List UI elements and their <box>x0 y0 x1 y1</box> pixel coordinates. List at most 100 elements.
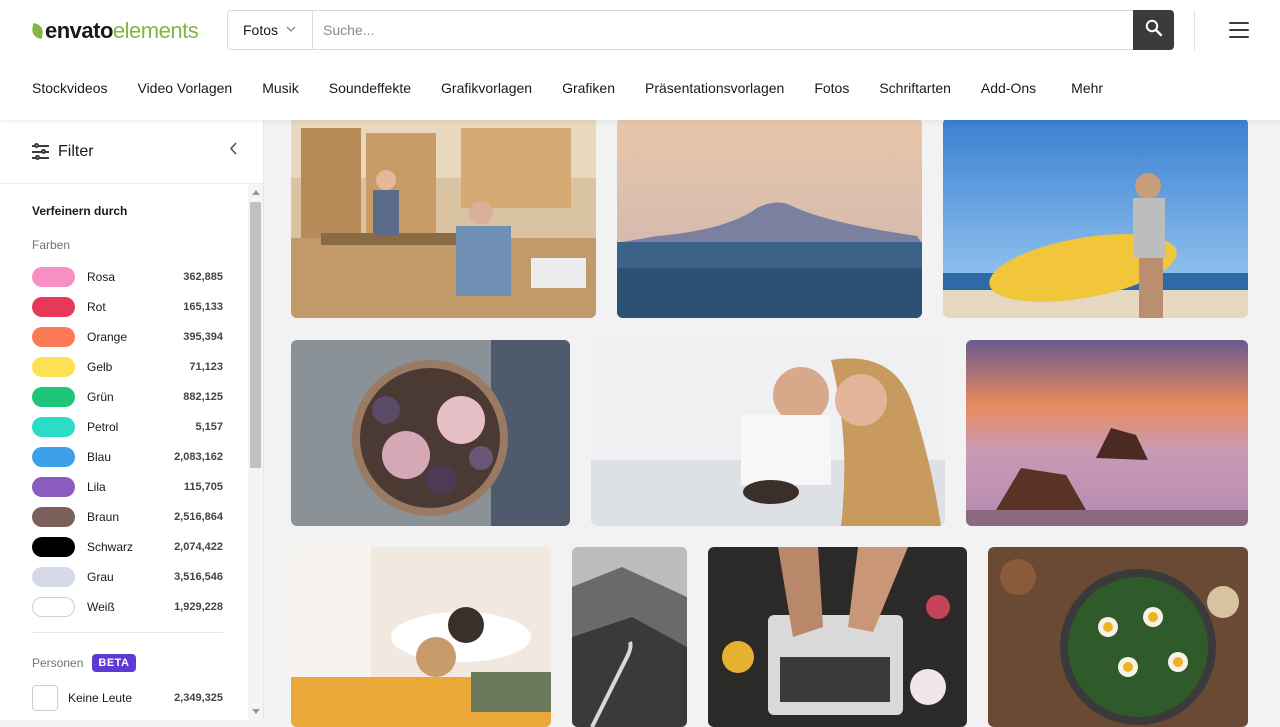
color-name: Braun <box>87 510 120 524</box>
nav-item-praesentationsvorlagen[interactable]: Präsentationsvorlagen <box>645 80 784 96</box>
laptop-typing-flowers-photo <box>708 547 967 727</box>
mountain-sea-dusk-photo <box>617 118 922 318</box>
search-category-label: Fotos <box>243 22 279 38</box>
color-filter-schwarz[interactable]: Schwarz 2,074,422 <box>32 532 223 562</box>
color-count: 1,929,228 <box>174 601 223 613</box>
photo-tile[interactable] <box>943 118 1248 318</box>
color-filter-petrol[interactable]: Petrol 5,157 <box>32 412 223 442</box>
search-button[interactable] <box>1133 10 1174 50</box>
photo-tile[interactable] <box>572 547 687 727</box>
color-filter-rosa[interactable]: Rosa 362,885 <box>32 262 223 292</box>
nav-item-video-vorlagen[interactable]: Video Vorlagen <box>137 80 232 96</box>
color-name: Schwarz <box>87 540 134 554</box>
search-category-select[interactable]: Fotos <box>228 11 313 49</box>
search-input[interactable] <box>313 11 1133 49</box>
color-name: Orange <box>87 330 128 344</box>
nav-item-musik[interactable]: Musik <box>262 80 299 96</box>
search-icon <box>1145 19 1163 42</box>
color-name: Lila <box>87 480 106 494</box>
color-name: Rot <box>87 300 106 314</box>
photo-tile[interactable] <box>966 340 1248 526</box>
scroll-down-arrow-icon[interactable] <box>252 709 260 714</box>
ice-cream-berries-bowl-photo <box>291 340 570 526</box>
color-name: Rosa <box>87 270 116 284</box>
sidebar-scrollbar[interactable] <box>248 184 263 720</box>
people-heading: Personen BETA <box>32 654 136 672</box>
color-count: 882,125 <box>183 391 223 403</box>
scroll-up-arrow-icon[interactable] <box>252 190 260 195</box>
photo-tile[interactable] <box>291 118 596 318</box>
color-swatch[interactable] <box>32 387 75 407</box>
color-filter-lila[interactable]: Lila 115,705 <box>32 472 223 502</box>
woman-surfboard-beach-photo <box>943 118 1248 318</box>
nav-item-fotos[interactable]: Fotos <box>814 80 849 96</box>
color-count: 165,133 <box>183 301 223 313</box>
color-filter-gelb[interactable]: Gelb 71,123 <box>32 352 223 382</box>
nav-item-grafiken[interactable]: Grafiken <box>562 80 615 96</box>
color-count: 5,157 <box>195 421 223 433</box>
color-count: 395,394 <box>183 331 223 343</box>
photo-tile[interactable] <box>291 340 570 526</box>
color-filter-blau[interactable]: Blau 2,083,162 <box>32 442 223 472</box>
color-name: Petrol <box>87 420 119 434</box>
color-name: Grau <box>87 570 114 584</box>
color-filter-grau[interactable]: Grau 3,516,546 <box>32 562 223 592</box>
scrollbar-thumb[interactable] <box>250 202 261 468</box>
color-swatch[interactable] <box>32 537 75 557</box>
nav-item-grafikvorlagen[interactable]: Grafikvorlagen <box>441 80 532 96</box>
nav-item-stockvideos[interactable]: Stockvideos <box>32 80 107 96</box>
nav-item-soundeffekte[interactable]: Soundeffekte <box>329 80 411 96</box>
photo-tile[interactable] <box>591 340 945 526</box>
color-name: Gelb <box>87 360 113 374</box>
header-divider <box>1194 10 1195 50</box>
refine-heading: Verfeinern durch <box>32 204 128 218</box>
color-swatch[interactable] <box>32 327 75 347</box>
color-filter-weiß[interactable]: Weiß 1,929,228 <box>32 592 223 622</box>
filter-sidebar: Filter Verfeinern durch Farben Rosa 362,8… <box>0 120 264 720</box>
color-filter-rot[interactable]: Rot 165,133 <box>32 292 223 322</box>
no-people-checkbox[interactable] <box>32 685 58 711</box>
color-name: Weiß <box>87 600 115 614</box>
no-people-label: Keine Leute <box>68 691 133 705</box>
color-count: 2,074,422 <box>174 541 223 553</box>
nav-item-schriftarten[interactable]: Schriftarten <box>879 80 951 96</box>
color-count: 71,123 <box>189 361 223 373</box>
photo-tile[interactable] <box>988 547 1248 727</box>
sliders-icon <box>32 143 49 160</box>
color-count: 2,083,162 <box>174 451 223 463</box>
beta-badge: BETA <box>92 654 136 672</box>
color-filter-braun[interactable]: Braun 2,516,864 <box>32 502 223 532</box>
nav-item-add-ons[interactable]: Add-Ons <box>981 80 1036 96</box>
couple-in-bed-breakfast-photo <box>591 340 945 526</box>
color-count: 115,705 <box>183 481 223 493</box>
no-people-filter[interactable]: Keine Leute 2,349,325 <box>32 685 223 711</box>
envato-elements-logo[interactable]: envato elements <box>30 18 199 44</box>
nav-item-mehr[interactable]: Mehr <box>1071 80 1103 96</box>
chevron-left-icon[interactable] <box>229 142 237 160</box>
color-swatch[interactable] <box>32 267 75 287</box>
color-count: 2,516,864 <box>174 511 223 523</box>
color-swatch[interactable] <box>32 507 75 527</box>
section-divider <box>32 632 223 633</box>
color-swatch[interactable] <box>32 567 75 587</box>
photo-tile[interactable] <box>291 547 551 727</box>
color-swatch[interactable] <box>32 297 75 317</box>
category-nav: Stockvideos Video Vorlagen Musik Soundef… <box>32 80 1133 96</box>
mountain-road-bw-photo <box>572 547 687 727</box>
photo-tile[interactable] <box>708 547 967 727</box>
workshop-carpenters-photo <box>291 118 596 318</box>
color-swatch[interactable] <box>32 477 75 497</box>
shakshuka-pan-table-photo <box>988 547 1248 727</box>
color-swatch[interactable] <box>32 447 75 467</box>
color-swatch[interactable] <box>32 597 75 617</box>
color-filter-list: Rosa 362,885 Rot 165,133 Orange 395,394 Gelb 71… <box>32 262 223 622</box>
color-name: Blau <box>87 450 112 464</box>
photo-tile[interactable] <box>617 118 922 318</box>
color-filter-grün[interactable]: Grün 882,125 <box>32 382 223 412</box>
top-header: envato elements Fotos Stockvideos Video … <box>0 0 1280 120</box>
hamburger-menu-icon[interactable] <box>1229 22 1249 38</box>
color-filter-orange[interactable]: Orange 395,394 <box>32 322 223 352</box>
colors-heading: Farben <box>32 238 71 252</box>
color-swatch[interactable] <box>32 417 75 437</box>
color-swatch[interactable] <box>32 357 75 377</box>
